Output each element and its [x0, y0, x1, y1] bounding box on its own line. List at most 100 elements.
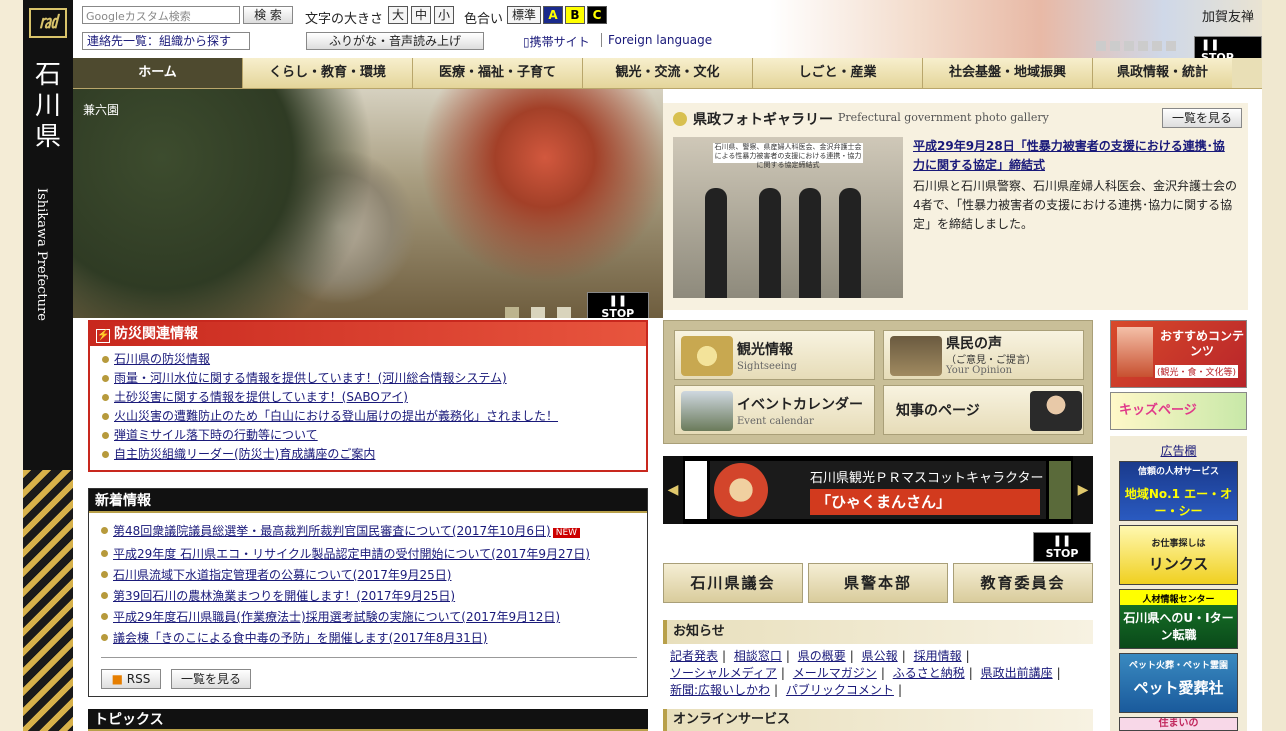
contact-list-link[interactable]: 連絡先一覧：組織から探す	[82, 32, 250, 50]
mobile-site-link[interactable]: ▯携帯サイト	[523, 33, 590, 50]
prefecture-logo-column: ㎭ 石川県 Ishikawa Prefecture	[23, 0, 73, 731]
color-a-button[interactable]: A	[543, 6, 563, 24]
search-button[interactable]: 検 索	[243, 6, 293, 24]
gallery-photo[interactable]: 石川県、警察、県産婦人科医会、金沢弁護士会による性暴力被害者の支援における連携・…	[673, 137, 903, 298]
social-media-link[interactable]: ソーシャルメディア	[670, 666, 777, 680]
police-button[interactable]: 県警本部	[808, 563, 948, 603]
color-c-button[interactable]: C	[587, 6, 607, 24]
rss-icon: ■	[111, 672, 123, 686]
carousel-next-icon[interactable]: ▶	[1073, 456, 1093, 524]
ad-banner-ui-turn[interactable]: 人材情報センター 石川県へのU・Iターン転職	[1119, 589, 1238, 649]
lecture-link[interactable]: 県政出前講座	[981, 666, 1053, 680]
news-panel: 新着情報 第48回衆議院議員総選挙・最高裁判所裁判官国民審査について(2017年…	[88, 488, 648, 697]
hero-dot-2[interactable]	[531, 306, 545, 318]
font-size-label: 文字の大きさ	[305, 12, 384, 27]
photo-gallery-title: 県政フォトギャラリー	[673, 109, 833, 129]
recommend-photo-icon	[1117, 327, 1153, 377]
rss-button[interactable]: ■ RSS	[101, 669, 161, 689]
news-divider	[101, 657, 637, 658]
citizen-voice-tile[interactable]: 県民の声 （ご意見・ご提言） Your Opinion	[883, 330, 1084, 380]
nav-living[interactable]: くらし・教育・環境	[243, 58, 413, 88]
notice-links: 記者発表 | 相談窓口 | 県の概要 | 県公報 | 採用情報 | ソーシャルメディア | …	[670, 649, 1061, 697]
hero-stop-button[interactable]: ❚❚ STOP	[586, 292, 649, 318]
main-nav: ホーム くらし・教育・環境 医療・福祉・子育て 観光・交流・文化 しごと・産業 …	[73, 58, 1262, 89]
building-icon	[890, 336, 942, 376]
left-decor-band	[0, 0, 23, 731]
press-release-link[interactable]: 記者発表	[670, 649, 718, 663]
nav-tourism[interactable]: 観光・交流・文化	[583, 58, 753, 88]
gallery-bullet-icon	[673, 112, 687, 126]
overview-link[interactable]: 県の概要	[798, 649, 846, 663]
ad-label[interactable]: 広告欄	[1110, 442, 1247, 459]
carousel-stop-button[interactable]: ❚❚ STOP	[1033, 532, 1091, 562]
recommend-banner[interactable]: おすすめコンテンツ (観光・食・文化等)	[1110, 320, 1247, 388]
carousel-prev-icon[interactable]: ◀	[663, 456, 683, 524]
nav-home[interactable]: ホーム	[73, 58, 243, 88]
nav-government[interactable]: 県政情報・統計	[1093, 58, 1232, 88]
consultation-link[interactable]: 相談窓口	[734, 649, 782, 663]
furigana-button[interactable]: ふりがな・音声読み上げ	[306, 32, 484, 50]
gallery-body: 石川県と石川県警察、石川県産婦人科医会、金沢弁護士会の4者で、「性暴力被害者の支…	[913, 179, 1238, 231]
disaster-info-panel: ⚡ 防災関連情報 石川県の防災情報 雨量・河川水位に関する情報を提供しています！(…	[88, 320, 648, 472]
carousel-caption: 石川県観光ＰＲマスコットキャラクター	[810, 471, 1044, 486]
news-list-button[interactable]: 一覧を見る	[171, 669, 251, 689]
carousel-name: 「ひゃくまんさん」	[810, 489, 1040, 515]
header: Googleカスタム検索 検 索 文字の大きさ 大 中 小 色合い 標準 A B…	[73, 0, 773, 58]
pr-newspaper-link[interactable]: 新聞:広報いしかわ	[670, 683, 770, 697]
list-item: 議会棟「きのこによる食中毒の予防」を開催します(2017年8月31日)	[101, 628, 647, 649]
lightning-icon: ⚡	[96, 329, 110, 343]
hero-slideshow: 兼六園 ❚❚ STOP	[73, 89, 663, 318]
governor-page-tile[interactable]: 知事のページ	[883, 385, 1084, 435]
list-item: 平成29年度石川県職員(作業療法士)採用選考試験の実施について(2017年9月1…	[101, 607, 647, 628]
nav-work[interactable]: しごと・産業	[753, 58, 923, 88]
recruit-link[interactable]: 採用情報	[914, 649, 962, 663]
news-title: 新着情報	[89, 489, 647, 513]
public-comment-link[interactable]: パブリックコメント	[786, 683, 894, 697]
assembly-button[interactable]: 石川県議会	[663, 563, 803, 603]
carousel-slide[interactable]: 石川県観光ＰＲマスコットキャラクター 「ひゃくまんさん」	[710, 461, 1046, 519]
prefecture-emblem-icon[interactable]: ㎭	[29, 8, 67, 38]
hero-dot-1[interactable]	[505, 306, 519, 318]
online-services-title: オンラインサービス	[663, 709, 1093, 731]
color-standard-button[interactable]: 標準	[507, 6, 541, 24]
photo-gallery-subtitle: Prefectural government photo gallery	[838, 111, 1049, 124]
deco-slide-dots[interactable]	[1096, 40, 1180, 54]
list-item: 第39回石川の農林漁業まつりを開催します！(2017年9月25日)	[101, 586, 647, 607]
nav-infrastructure[interactable]: 社会基盤・地域振興	[923, 58, 1093, 88]
hero-controls: ❚❚ STOP	[505, 292, 649, 318]
hometown-tax-link[interactable]: ふるさと納税	[893, 666, 965, 680]
gallery-headline-link[interactable]: 平成29年9月28日「性暴力被害者の支援における連携･協力に関する協定」締結式	[913, 137, 1233, 175]
topics-title: トピックス	[88, 709, 648, 731]
ad-banner-pet[interactable]: ペット火葬・ペット霊園 ペット愛葬社	[1119, 653, 1238, 713]
ad-banner-aoc[interactable]: 信頼の人材サービス 地域No.1 エー・オー・シー	[1119, 461, 1238, 521]
font-size-small-button[interactable]: 小	[434, 6, 454, 24]
photo-banner: 石川県、警察、県産婦人科医会、金沢弁護士会による性暴力被害者の支援における連携・…	[713, 143, 863, 169]
list-item: 自主防災組織リーダー(防災士)育成講座のご案内	[102, 445, 646, 464]
hero-dot-3[interactable]	[557, 306, 571, 318]
kenrokuen-photo	[73, 89, 663, 318]
kaga-yuzen-decoration: 加賀友禅 ❚❚ STOP	[770, 0, 1262, 66]
list-item: 石川県の防災情報	[102, 350, 646, 369]
prefecture-name-en: Ishikawa Prefecture	[34, 188, 49, 321]
mail-magazine-link[interactable]: メールマガジン	[793, 666, 877, 680]
color-b-button[interactable]: B	[565, 6, 585, 24]
foreign-language-link[interactable]: Foreign language	[601, 33, 712, 47]
ad-banner-links[interactable]: お仕事探しは リンクス	[1119, 525, 1238, 585]
gazette-link[interactable]: 県公報	[862, 649, 898, 663]
hero-label: 兼六園	[83, 103, 120, 117]
font-size-medium-button[interactable]: 中	[411, 6, 431, 24]
fan-decoration	[23, 470, 73, 731]
hyakumansan-icon	[714, 463, 768, 517]
nav-medical[interactable]: 医療・福祉・子育て	[413, 58, 583, 88]
gallery-list-button[interactable]: 一覧を見る	[1162, 108, 1242, 128]
search-input[interactable]: Googleカスタム検索	[82, 6, 240, 24]
event-calendar-tile[interactable]: イベントカレンダー Event calendar	[674, 385, 875, 435]
list-item: 第48回衆議院議員総選挙・最高裁判所裁判官国民審査について(2017年10月6日…	[101, 521, 647, 544]
kaga-yuzen-caption: 加賀友禅	[1201, 10, 1254, 25]
disaster-info-title: ⚡ 防災関連情報	[90, 322, 646, 346]
font-size-large-button[interactable]: 大	[388, 6, 408, 24]
sightseeing-tile[interactable]: 観光情報 Sightseeing	[674, 330, 875, 380]
ad-banner-housing[interactable]: 住まいの	[1119, 717, 1238, 731]
education-board-button[interactable]: 教育委員会	[953, 563, 1093, 603]
kids-page-banner[interactable]: キッズページ	[1110, 392, 1247, 430]
